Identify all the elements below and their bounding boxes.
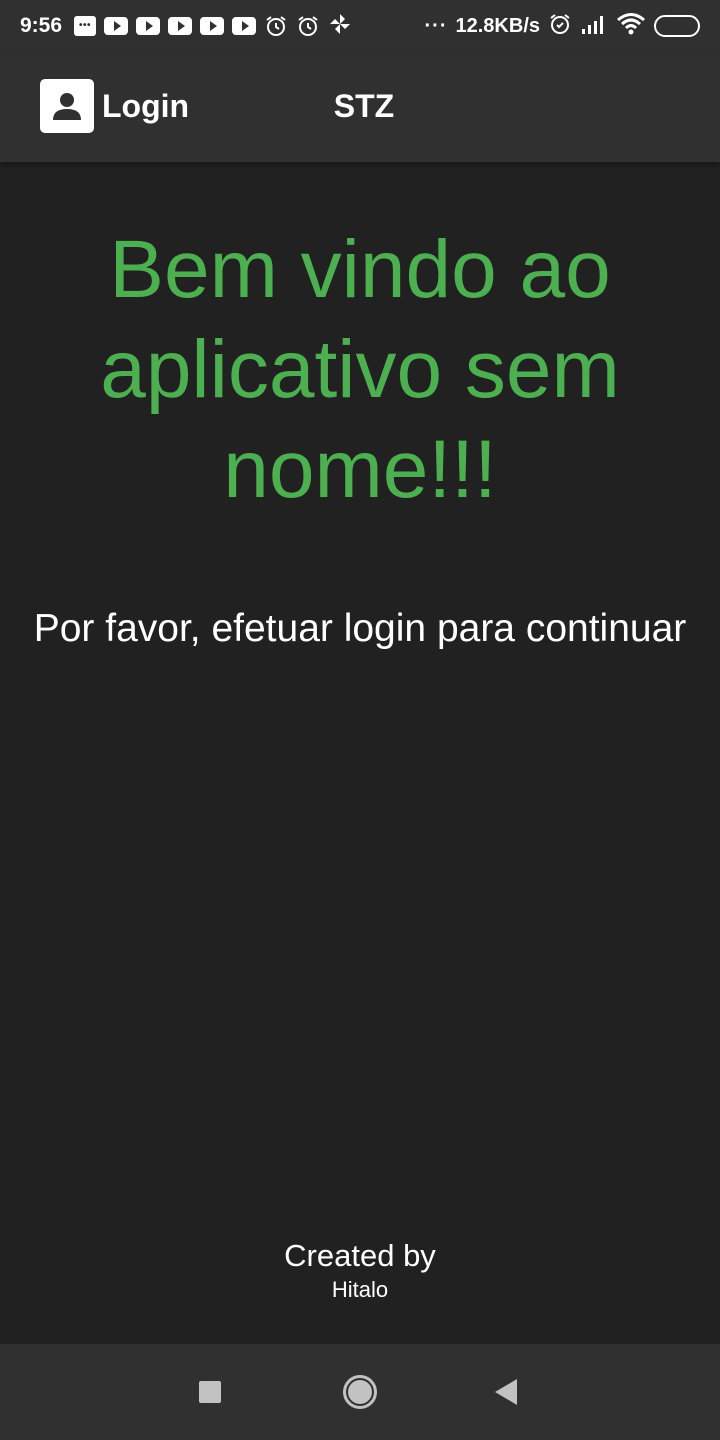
app-screen: 9:56 ••• ··· 12.8KB/s 52 Login STZ Bem v… — [0, 0, 720, 1440]
youtube-icon — [104, 17, 129, 35]
square-icon — [199, 1381, 221, 1403]
circle-icon — [343, 1375, 377, 1409]
navigation-bar — [0, 1344, 720, 1440]
credits-author: Hitalo — [331, 1277, 389, 1302]
more-notifications-indicator: ··· — [424, 14, 448, 37]
youtube-icon — [232, 17, 257, 35]
back-button[interactable] — [478, 1364, 534, 1420]
recents-button[interactable] — [182, 1364, 238, 1420]
battery-percentage: 52 — [669, 18, 685, 34]
app-bar: Login STZ — [0, 52, 720, 162]
login-prompt: Por favor, efetuar login para continuar — [33, 607, 687, 650]
account-box-icon — [40, 79, 94, 133]
status-right: ··· 12.8KB/s 52 — [425, 12, 700, 41]
network-speed: 12.8KB/s — [455, 14, 541, 37]
alarm-icon — [296, 14, 320, 38]
battery-icon: 52 — [654, 15, 700, 37]
welcome-heading: Bem vindo ao aplicativo sem nome!!! — [100, 224, 620, 515]
triangle-back-icon — [495, 1379, 517, 1405]
youtube-icon — [200, 17, 225, 35]
alarm-icon — [264, 14, 288, 38]
app-title: STZ — [333, 87, 395, 124]
credits-label: Created by — [284, 1238, 436, 1273]
login-label: Login — [102, 87, 190, 124]
alarm-icon — [548, 12, 572, 41]
youtube-icon — [136, 17, 161, 35]
home-button[interactable] — [332, 1364, 388, 1420]
status-bar: 9:56 ••• ··· 12.8KB/s 52 — [0, 0, 720, 52]
pinwheel-icon — [328, 12, 352, 40]
login-button[interactable]: Login — [40, 79, 189, 133]
message-icon: ••• — [74, 16, 97, 36]
youtube-icon — [168, 17, 193, 35]
status-left: 9:56 ••• — [20, 12, 352, 40]
wifi-icon — [616, 12, 646, 41]
status-time: 9:56 — [20, 14, 63, 37]
signal-icon — [580, 13, 608, 40]
